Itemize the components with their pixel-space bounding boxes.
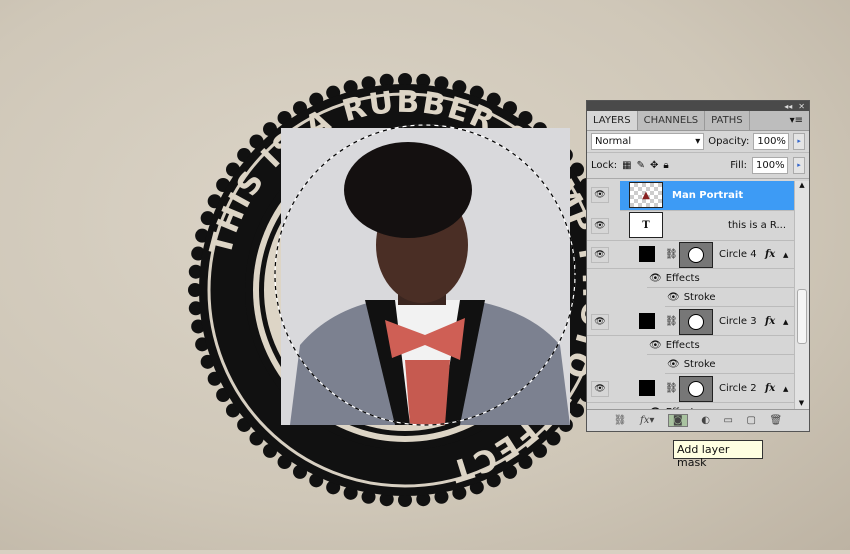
effects-eye-icon[interactable]: 👁︎ [649, 273, 662, 284]
link-layers-icon[interactable]: ⛓ [614, 415, 627, 426]
adjustment-layer-icon[interactable]: ◐ [701, 415, 710, 426]
blend-mode-select[interactable]: Normal ▾ [591, 133, 705, 150]
expand-effects-icon[interactable]: ▲ [783, 318, 788, 326]
chevron-down-icon: ▾ [695, 136, 701, 147]
effects-row[interactable]: 👁︎Effects [647, 269, 794, 288]
tooltip: Add layer mask [673, 440, 763, 469]
visibility-eye-icon[interactable]: 👁︎ [591, 381, 609, 397]
effects-eye-icon[interactable]: 👁︎ [649, 340, 662, 351]
link-icon: ⛓ [665, 383, 678, 394]
fx-icon[interactable]: fx [765, 383, 775, 394]
panel-header[interactable]: ◂◂ ✕ [587, 101, 809, 111]
stroke-effect-row[interactable]: 👁︎ Stroke [665, 288, 794, 307]
visibility-eye-icon[interactable]: 👁︎ [591, 187, 609, 203]
link-icon: ⛓ [665, 249, 678, 260]
layer-name: Circle 4 [719, 249, 757, 260]
lock-label: Lock: [591, 160, 618, 171]
new-group-icon[interactable]: ▭ [723, 415, 732, 426]
layer-color-thumbnail [639, 246, 655, 262]
layer-name: Circle 2 [719, 383, 757, 394]
stroke-eye-icon[interactable]: 👁︎ [667, 359, 680, 370]
layer-text[interactable]: T this is a R... [587, 211, 794, 241]
opacity-label: Opacity: [708, 136, 750, 147]
layer-color-thumbnail [639, 313, 655, 329]
layer-circle[interactable]: ⛓ Circle 4 fx ▲ [587, 241, 794, 269]
panel-menu-icon[interactable]: ▾≡ [784, 111, 809, 130]
fill-slider-button[interactable]: ▸ [793, 157, 805, 174]
stroke-label: Stroke [683, 358, 716, 370]
layers-panel: ◂◂ ✕ LAYERS CHANNELS PATHS ▾≡ Normal ▾ Opa… [586, 100, 810, 432]
stroke-eye-icon[interactable]: 👁︎ [667, 292, 680, 303]
tab-layers[interactable]: LAYERS [587, 111, 638, 130]
effects-label: Effects [665, 339, 700, 351]
layer-mask-thumbnail [679, 376, 713, 402]
lock-all-icon[interactable]: 🔒︎ [663, 160, 668, 171]
opacity-input[interactable]: 100% [753, 133, 790, 150]
opacity-slider-button[interactable]: ▸ [793, 133, 805, 150]
add-layer-mask-icon[interactable]: ◙ [667, 414, 688, 427]
expand-effects-icon[interactable]: ▲ [783, 385, 788, 393]
visibility-eye-icon[interactable]: 👁︎ [591, 218, 609, 234]
new-layer-icon[interactable]: ▢ [746, 415, 755, 426]
layer-style-fx-icon[interactable]: fx▾ [640, 415, 654, 426]
layer-mask-thumbnail [679, 242, 713, 268]
effects-row[interactable]: 👁︎Effects [647, 336, 794, 355]
stroke-effect-row[interactable]: 👁︎ Stroke [665, 355, 794, 374]
visibility-eye-icon[interactable]: 👁︎ [591, 247, 609, 263]
layer-name: Man Portrait [672, 190, 744, 201]
trash-icon[interactable]: 🗑︎ [769, 415, 782, 426]
close-icon[interactable]: ✕ [798, 102, 805, 111]
lock-position-icon[interactable]: ✥ [650, 160, 658, 171]
expand-effects-icon[interactable]: ▲ [783, 251, 788, 259]
blend-mode-value: Normal [595, 136, 632, 147]
fill-input[interactable]: 100% [752, 157, 788, 174]
collapse-icon[interactable]: ◂◂ [784, 102, 792, 111]
effects-label: Effects [665, 272, 700, 284]
tab-paths[interactable]: PATHS [705, 111, 750, 130]
fill-label: Fill: [730, 160, 747, 171]
layer-color-thumbnail [639, 380, 655, 396]
text-layer-icon: T [629, 212, 663, 238]
layer-circle[interactable]: ⛓ Circle 3 fx ▲ [587, 308, 794, 336]
portrait-photo [281, 128, 570, 425]
layer-circle[interactable]: ⛓ Circle 2 fx ▲ [587, 375, 794, 403]
layers-scrollbar[interactable]: ▲ ▼ [794, 181, 809, 409]
layers-list: ▲ Man Portrait 👁︎ T this is a R... 👁︎ ⛓ … [587, 181, 809, 409]
fx-icon[interactable]: fx [765, 249, 775, 260]
fx-icon[interactable]: fx [765, 316, 775, 327]
visibility-eye-icon[interactable]: 👁︎ [591, 314, 609, 330]
tab-channels[interactable]: CHANNELS [638, 111, 706, 130]
stroke-label: Stroke [683, 291, 716, 303]
link-icon: ⛓ [665, 316, 678, 327]
layer-thumbnail: ▲ [629, 182, 663, 208]
layer-mask-thumbnail [679, 309, 713, 335]
layer-man-portrait[interactable]: ▲ Man Portrait [620, 181, 794, 211]
layer-name: this is a R... [728, 220, 787, 231]
lock-transparency-icon[interactable]: ▦ [622, 160, 631, 171]
layer-name: Circle 3 [719, 316, 757, 327]
lock-brush-icon[interactable]: ✎ [637, 160, 645, 171]
